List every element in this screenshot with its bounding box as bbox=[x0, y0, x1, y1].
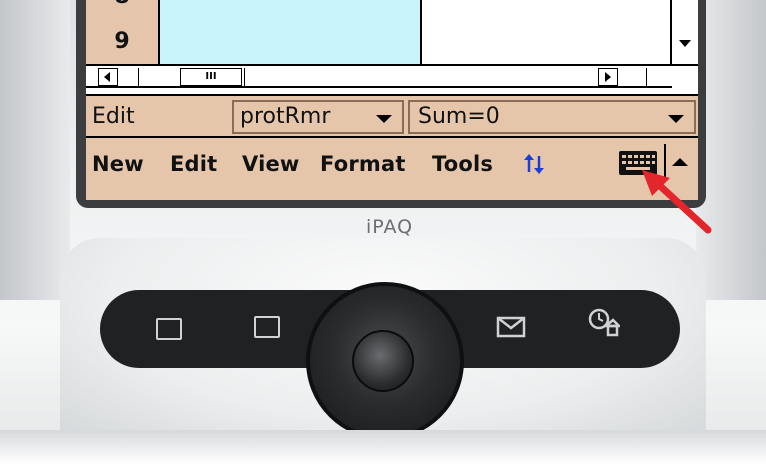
mail-icon bbox=[496, 316, 526, 338]
menu-view[interactable]: View bbox=[242, 152, 300, 176]
name-box-dropdown[interactable]: protRmr bbox=[232, 100, 404, 134]
selected-cell[interactable] bbox=[160, 20, 422, 64]
vertical-scrollbar[interactable] bbox=[670, 0, 698, 64]
autocalc-value: Sum=0 bbox=[418, 104, 500, 129]
action-button[interactable] bbox=[352, 330, 414, 392]
scroll-down-icon[interactable] bbox=[679, 40, 691, 47]
device-bottom-edge bbox=[0, 430, 766, 464]
menu-new[interactable]: New bbox=[92, 152, 144, 176]
home-hardware-button[interactable] bbox=[580, 300, 650, 358]
pocket-pc-device: 8 9 III Edit protRmr bbox=[0, 0, 766, 464]
row-header[interactable]: 8 bbox=[86, 0, 160, 20]
spreadsheet-row: 9 bbox=[86, 20, 698, 66]
cell[interactable] bbox=[422, 0, 611, 20]
autocalc-dropdown[interactable]: Sum=0 bbox=[408, 100, 696, 134]
scroll-left-button[interactable] bbox=[98, 68, 118, 86]
cell[interactable] bbox=[160, 0, 422, 20]
edit-label[interactable]: Edit bbox=[92, 104, 135, 129]
row-header[interactable]: 9 bbox=[86, 20, 160, 64]
spreadsheet-row: 8 bbox=[86, 0, 698, 22]
edit-bar: Edit protRmr Sum=0 bbox=[86, 94, 698, 138]
calendar-icon bbox=[156, 318, 182, 340]
red-pointer-arrow bbox=[642, 170, 712, 234]
cell[interactable] bbox=[610, 0, 671, 20]
device-side-right bbox=[696, 0, 766, 300]
cell[interactable] bbox=[422, 20, 611, 64]
chevron-down-icon bbox=[376, 115, 392, 123]
brand-logo: iPAQ bbox=[366, 216, 414, 238]
menu-tools[interactable]: Tools bbox=[432, 152, 493, 176]
device-screen: 8 9 III Edit protRmr bbox=[86, 0, 698, 200]
inbox-hardware-button[interactable] bbox=[484, 300, 554, 358]
contacts-icon bbox=[254, 316, 280, 338]
clock-home-icon bbox=[588, 308, 620, 337]
menu-edit[interactable]: Edit bbox=[170, 152, 217, 176]
scroll-thumb[interactable]: III bbox=[180, 68, 242, 86]
scroll-right-button[interactable] bbox=[598, 68, 618, 86]
menu-bar: New Edit View Format Tools bbox=[86, 138, 698, 200]
scroll-track-divider bbox=[138, 68, 139, 86]
horizontal-scrollbar[interactable]: III bbox=[86, 66, 672, 88]
chevron-down-icon bbox=[668, 115, 684, 123]
sync-arrows-icon[interactable] bbox=[522, 152, 546, 176]
menu-format[interactable]: Format bbox=[320, 152, 406, 176]
device-side-left bbox=[0, 0, 70, 300]
scroll-track-divider bbox=[244, 68, 245, 86]
calendar-hardware-button[interactable] bbox=[140, 300, 210, 358]
name-box-value: protRmr bbox=[240, 104, 331, 129]
contacts-hardware-button[interactable] bbox=[234, 300, 304, 358]
scroll-track-divider bbox=[646, 68, 647, 86]
cell[interactable] bbox=[610, 20, 671, 64]
